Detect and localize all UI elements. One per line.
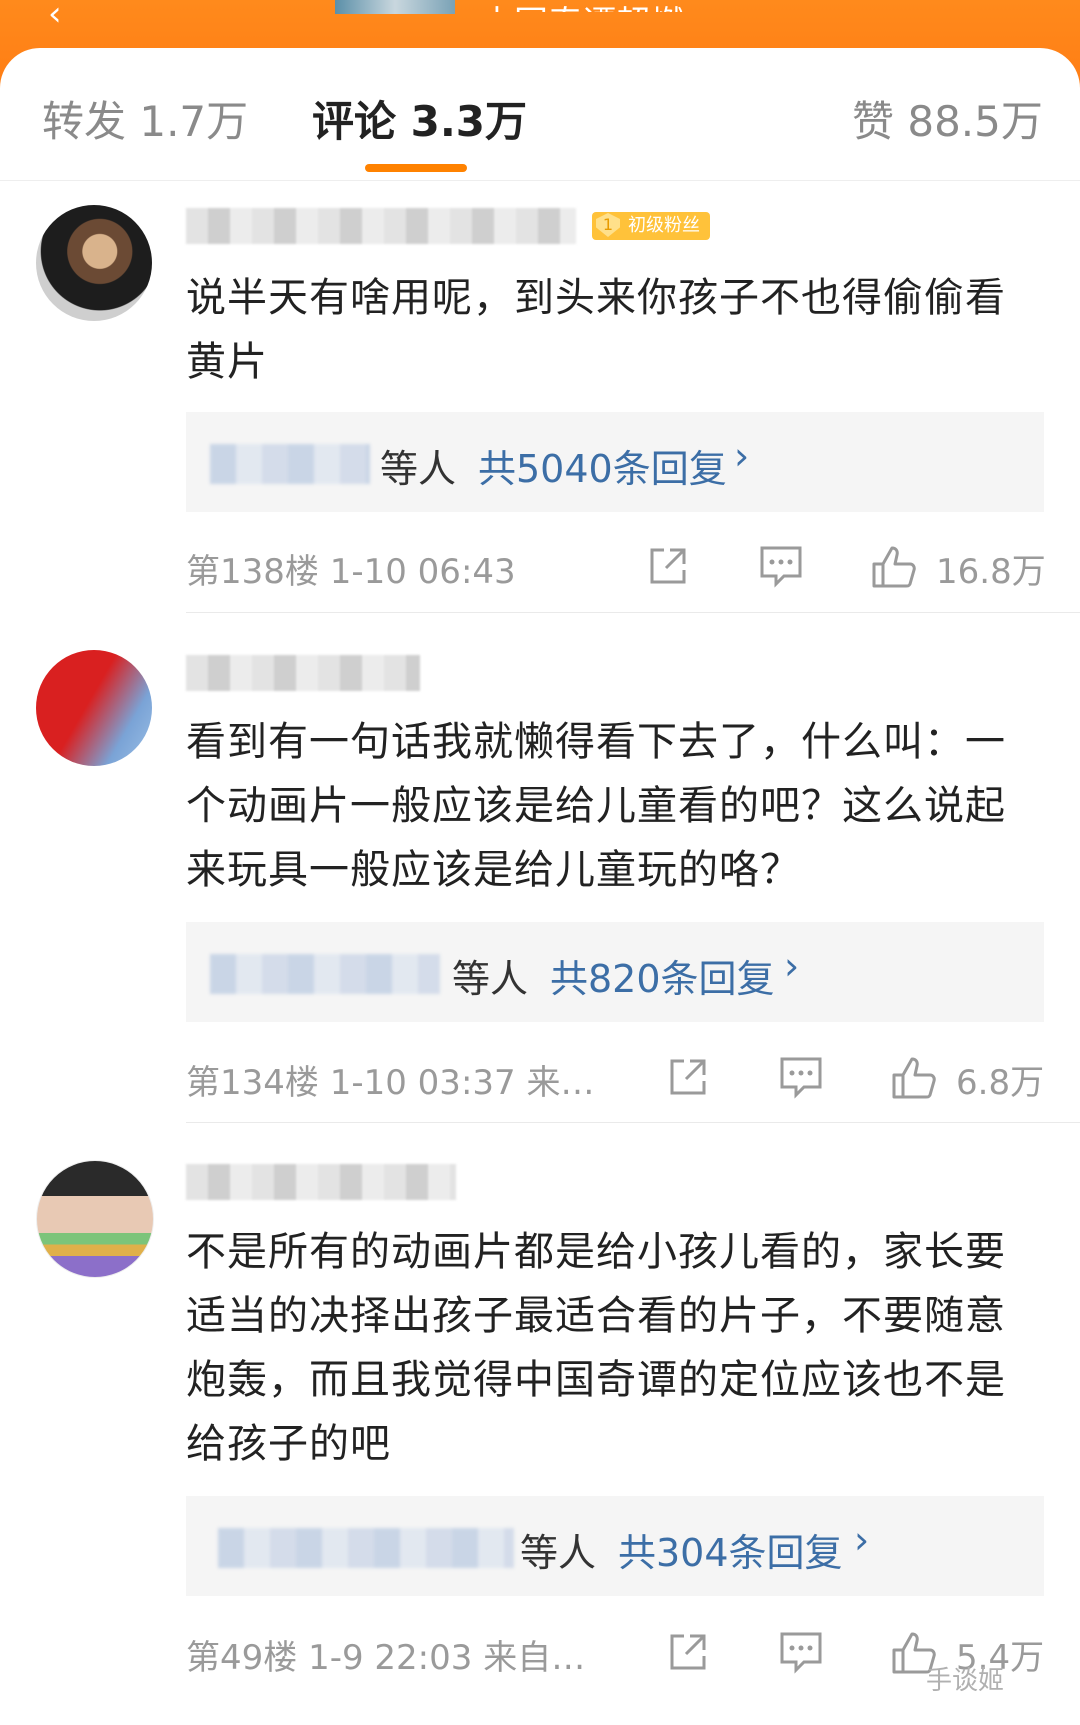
floor-time: 第134楼 1-10 03:37 来… — [186, 1063, 595, 1103]
username-blurred[interactable] — [186, 208, 576, 244]
comment-text: 不是所有的动画片都是给小孩儿看的，家长要适当的决择出孩子最适合看的片子，不要随意… — [186, 1229, 1006, 1467]
chevron-right-icon: › — [784, 944, 800, 988]
reply-users-blurred — [210, 444, 370, 484]
like-icon[interactable] — [870, 544, 918, 590]
shield-icon: 1 — [596, 213, 620, 237]
comment-text: 说半天有啥用呢，到头来你孩子不也得偷偷看黄片 — [186, 275, 1006, 385]
reply-count-link[interactable]: 共304条回复 — [618, 1522, 843, 1577]
divider — [186, 1122, 1080, 1123]
username-blurred[interactable] — [186, 655, 420, 691]
comment-footer: 第138楼 1-10 06:43 16.8万 — [186, 544, 1046, 594]
comment-text: 看到有一句话我就懒得看下去了，什么叫：一个动画片一般应该是给儿童看的吧？这么说起… — [186, 719, 1006, 893]
reply-users-blurred — [210, 954, 440, 994]
divider — [186, 612, 1080, 613]
reply-people-label: 等人 — [452, 957, 529, 1001]
badge-label: 初级粉丝 — [628, 215, 700, 236]
like-count: 16.8万 — [936, 552, 1046, 592]
share-icon[interactable] — [646, 544, 690, 588]
tab-reposts[interactable]: 转发 1.7万 — [42, 88, 248, 149]
reply-preview[interactable]: 等人 共5040条回复 › — [186, 412, 1044, 512]
comment-footer: 第49楼 1-9 22:03 来自… 5.4万 — [186, 1630, 1046, 1680]
watermark: 手谈姬 — [926, 1666, 1005, 1696]
reply-preview[interactable]: 等人 共304条回复 › — [186, 1496, 1044, 1596]
tab-bar: 转发 1.7万 评论 3.3万 赞 88.5万 — [0, 48, 1080, 181]
username-blurred[interactable] — [186, 1164, 456, 1200]
reply-users-blurred — [218, 1528, 514, 1568]
chevron-right-icon: › — [734, 434, 750, 478]
reply-people-label: 等人 — [520, 1531, 597, 1575]
reply-preview[interactable]: 等人 共820条回复 › — [186, 922, 1044, 1022]
reply-icon[interactable] — [778, 1630, 824, 1674]
reply-count-link[interactable]: 共820条回复 — [550, 948, 775, 1003]
floor-time: 第138楼 1-10 06:43 — [186, 552, 516, 592]
avatar[interactable] — [36, 205, 152, 321]
like-count: 6.8万 — [956, 1063, 1045, 1103]
share-icon[interactable] — [666, 1055, 710, 1099]
reply-count-link[interactable]: 共5040条回复 — [478, 438, 727, 493]
tab-active-indicator — [365, 164, 467, 172]
post-title: 中国奇谭超燃 — [480, 0, 780, 12]
fan-badge: 1 初级粉丝 — [592, 212, 710, 240]
reply-people-label: 等人 — [380, 447, 457, 491]
back-icon[interactable]: ‹ — [48, 0, 62, 34]
floor-time: 第49楼 1-9 22:03 来自… — [186, 1638, 586, 1678]
avatar[interactable] — [36, 1160, 154, 1278]
tab-likes[interactable]: 赞 88.5万 — [852, 88, 1043, 149]
tab-comments[interactable]: 评论 3.3万 — [312, 88, 527, 149]
reply-icon[interactable] — [778, 1055, 824, 1099]
comment-footer: 第134楼 1-10 03:37 来… 6.8万 — [186, 1055, 1046, 1105]
reply-icon[interactable] — [758, 544, 804, 588]
chevron-right-icon: › — [854, 1518, 870, 1562]
avatar[interactable] — [36, 650, 152, 766]
post-thumbnail — [335, 0, 455, 14]
share-icon[interactable] — [666, 1630, 710, 1674]
like-icon[interactable] — [890, 1055, 938, 1101]
